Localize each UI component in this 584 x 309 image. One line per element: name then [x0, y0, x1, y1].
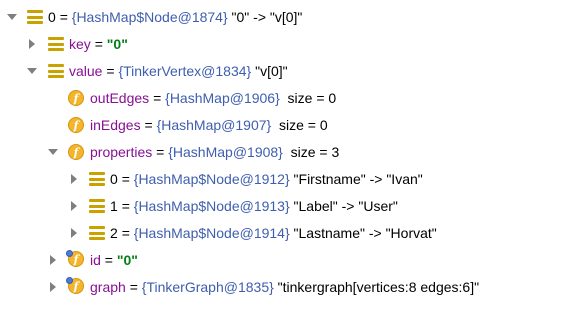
tree-row-inedges[interactable]: f inEdges = {HashMap@1907} size = 0: [0, 112, 584, 138]
equals-sign: =: [156, 144, 165, 160]
collapsed-arrow-icon[interactable]: [68, 200, 80, 212]
expanded-arrow-icon[interactable]: [47, 146, 59, 158]
field-icon: f: [67, 89, 85, 107]
row-value: "0": [106, 36, 128, 52]
collapsed-arrow-icon[interactable]: [47, 254, 59, 266]
entry-icon: [47, 62, 65, 80]
row-label: key = "0": [69, 35, 128, 53]
tree-row-id[interactable]: f id = "0": [0, 247, 584, 273]
equals-sign: =: [106, 63, 115, 79]
equals-sign: =: [144, 117, 153, 133]
row-value: "Label" -> "User": [293, 198, 398, 214]
row-name: 0: [48, 9, 56, 25]
row-type: {TinkerGraph@1835}: [141, 279, 274, 295]
entry-icon: [88, 224, 106, 242]
row-value: "Lastname" -> "Horvat": [293, 225, 437, 241]
expanded-arrow-icon[interactable]: [26, 65, 38, 77]
row-name: outEdges: [90, 90, 150, 106]
row-label: outEdges = {HashMap@1906} size = 0: [90, 89, 336, 107]
equals-sign: =: [94, 36, 103, 52]
tree-row-graph[interactable]: f graph = {TinkerGraph@1835} "tinkergrap…: [0, 274, 584, 300]
collapsed-arrow-icon[interactable]: [68, 173, 80, 185]
row-value: "v[0]": [255, 63, 288, 79]
expanded-arrow-icon[interactable]: [6, 11, 18, 23]
collapsed-arrow-icon[interactable]: [68, 227, 80, 239]
collapsed-arrow-icon[interactable]: [26, 38, 38, 50]
field-icon: f: [67, 116, 85, 134]
row-value: size = 0: [278, 117, 328, 133]
row-label: 0 = {HashMap$Node@1912} "Firstname" -> "…: [110, 170, 423, 188]
row-name: inEdges: [90, 117, 141, 133]
row-value: size = 0: [287, 90, 337, 106]
row-label: 0 = {HashMap$Node@1874} "0" -> "v[0]": [48, 8, 302, 26]
tree-row-property-0[interactable]: 0 = {HashMap$Node@1912} "Firstname" -> "…: [0, 166, 584, 192]
equals-sign: =: [153, 90, 162, 106]
row-name: id: [90, 252, 101, 268]
row-value: "tinkergraph[vertices:8 edges:6]": [277, 279, 480, 295]
equals-sign: =: [121, 171, 130, 187]
row-value: size = 3: [290, 144, 340, 160]
entry-icon: [47, 35, 65, 53]
equals-sign: =: [129, 279, 138, 295]
row-value: "0": [116, 252, 138, 268]
row-type: {HashMap@1906}: [165, 90, 280, 106]
field-icon: f: [67, 143, 85, 161]
entry-icon: [88, 170, 106, 188]
row-type: {HashMap$Node@1913}: [133, 198, 290, 214]
row-name: value: [69, 63, 103, 79]
equals-sign: =: [104, 252, 113, 268]
row-type: {HashMap@1907}: [156, 117, 272, 133]
final-field-icon: f: [66, 277, 84, 295]
row-value: "0" -> "v[0]": [231, 9, 303, 25]
row-label: id = "0": [90, 251, 138, 269]
row-value: "Firstname" -> "Ivan": [293, 171, 423, 187]
row-type: {HashMap$Node@1874}: [71, 9, 228, 25]
row-label: value = {TinkerVertex@1834} "v[0]": [69, 62, 288, 80]
entry-icon: [26, 8, 44, 26]
row-name: properties: [90, 144, 153, 160]
tree-row-property-1[interactable]: 1 = {HashMap$Node@1913} "Label" -> "User…: [0, 193, 584, 219]
final-field-icon: f: [66, 250, 84, 268]
equals-sign: =: [59, 9, 68, 25]
collapsed-arrow-icon[interactable]: [47, 281, 59, 293]
tree-row-properties[interactable]: f properties = {HashMap@1908} size = 3: [0, 139, 584, 165]
row-type: {HashMap$Node@1914}: [133, 225, 290, 241]
entry-icon: [88, 197, 106, 215]
row-label: inEdges = {HashMap@1907} size = 0: [90, 116, 328, 134]
tree-row-entry-0[interactable]: 0 = {HashMap$Node@1874} "0" -> "v[0]": [0, 4, 584, 30]
equals-sign: =: [121, 225, 130, 241]
tree-row-value[interactable]: value = {TinkerVertex@1834} "v[0]": [0, 58, 584, 84]
row-label: graph = {TinkerGraph@1835} "tinkergraph[…: [90, 278, 479, 296]
row-label: properties = {HashMap@1908} size = 3: [90, 143, 339, 161]
row-type: {HashMap@1908}: [168, 144, 283, 160]
row-name: 2: [110, 225, 118, 241]
row-label: 2 = {HashMap$Node@1914} "Lastname" -> "H…: [110, 224, 437, 242]
row-type: {HashMap$Node@1912}: [133, 171, 290, 187]
row-name: key: [69, 36, 91, 52]
row-type: {TinkerVertex@1834}: [118, 63, 252, 79]
row-label: 1 = {HashMap$Node@1913} "Label" -> "User…: [110, 197, 398, 215]
row-name: graph: [90, 279, 126, 295]
row-name: 0: [110, 171, 118, 187]
row-name: 1: [110, 198, 118, 214]
equals-sign: =: [121, 198, 130, 214]
tree-row-outedges[interactable]: f outEdges = {HashMap@1906} size = 0: [0, 85, 584, 111]
tree-row-key[interactable]: key = "0": [0, 31, 584, 57]
tree-row-property-2[interactable]: 2 = {HashMap$Node@1914} "Lastname" -> "H…: [0, 220, 584, 246]
variables-tree: 0 = {HashMap$Node@1874} "0" -> "v[0]" ke…: [0, 0, 584, 309]
